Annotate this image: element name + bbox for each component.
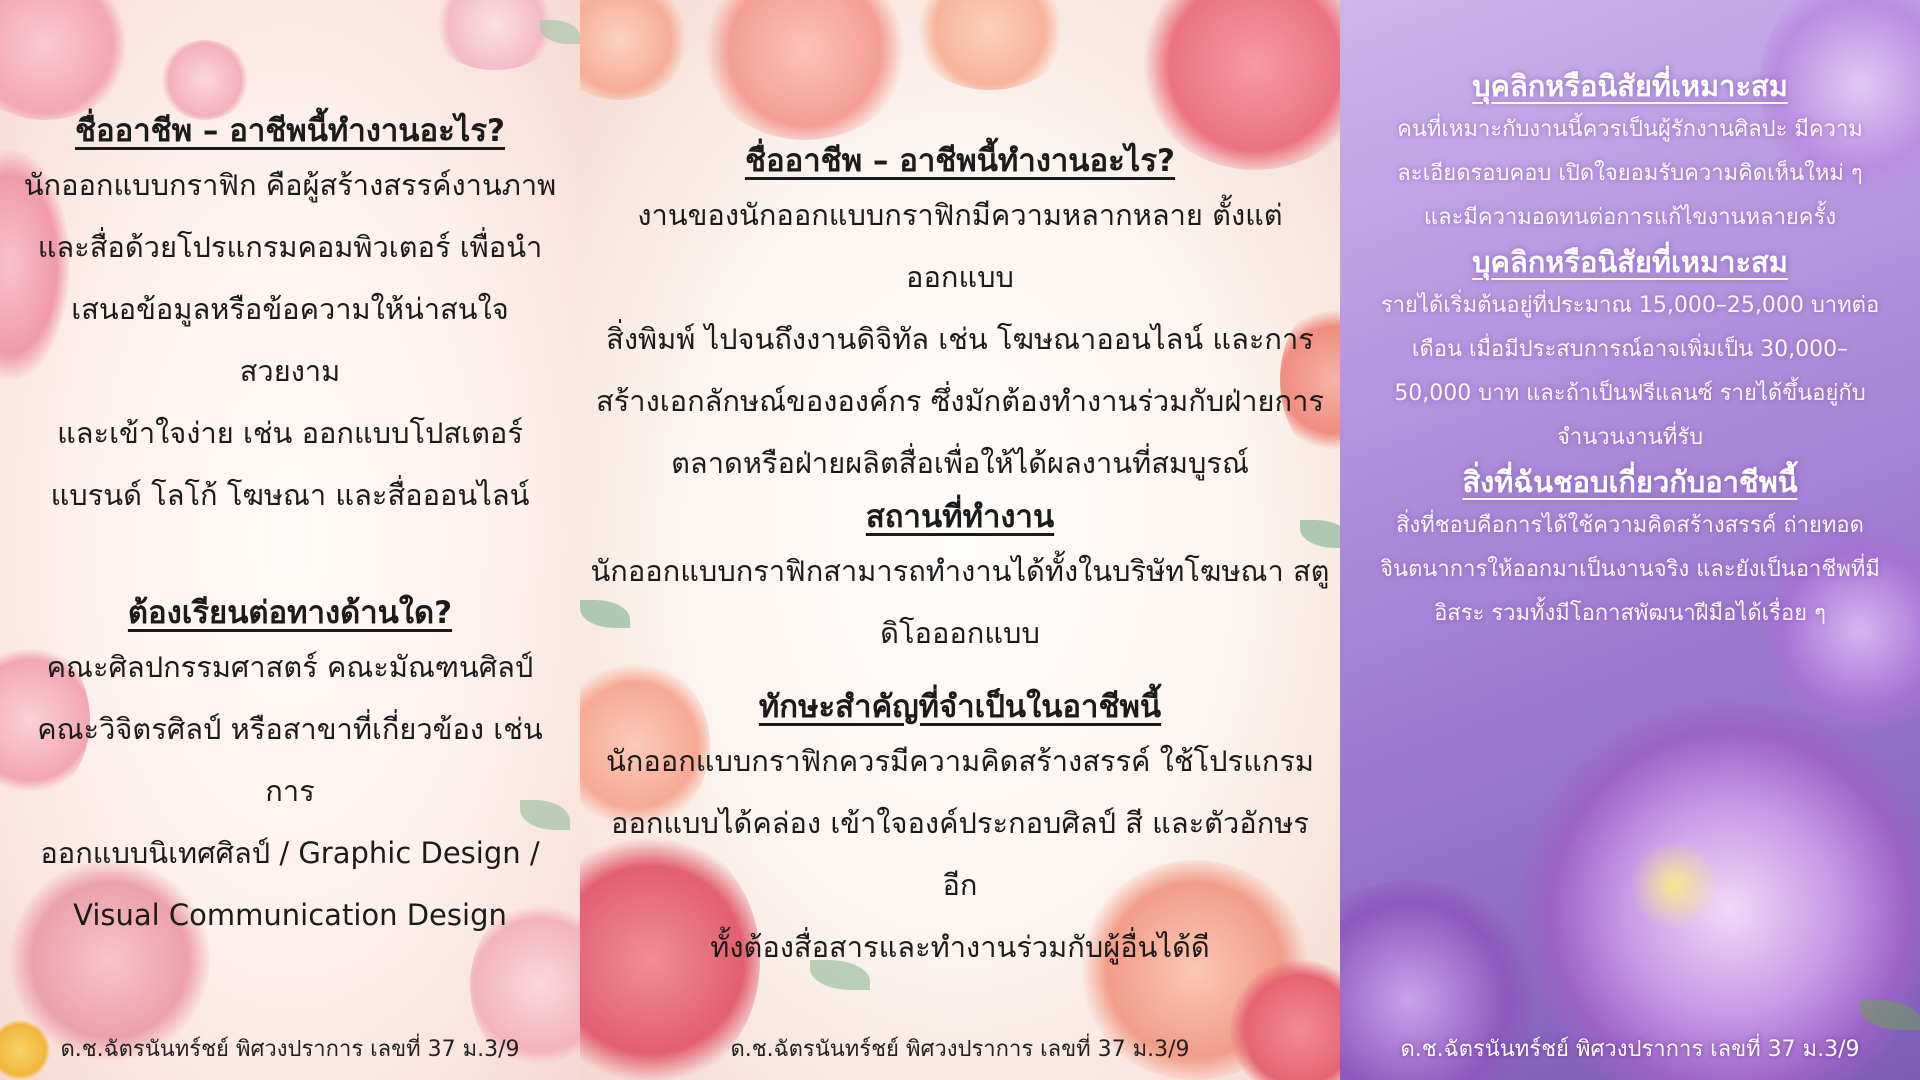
panel-pink-florals: ชื่ออาชีพ – อาชีพนี้ทำงานอะไร? นักออกแบบ… <box>0 0 580 1080</box>
panel2-text-line: สิ่งพิมพ์ ไปจนถึงงานดิจิทัล เช่น โฆษณาออ… <box>606 322 1314 356</box>
panel2-text-line: ออกแบบได้คล่อง เข้าใจองค์ประกอบศิลป์ สี … <box>611 806 1309 902</box>
panel1-text-line: แบรนด์ โลโก้ โฆษณา และสื่อออนไลน์ <box>50 478 530 512</box>
panel2-text-line: ทั้งต้องสื่อสารและทำงานร่วมกับผู้อื่นได้… <box>710 930 1210 964</box>
panel2-heading-workplace: สถานที่ทำงาน <box>865 499 1055 535</box>
panel3-text-line: คนที่เหมาะกับงานนี้ควรเป็นผู้รักงานศิลปะ… <box>1397 117 1863 142</box>
lily-center-glow <box>1630 840 1720 930</box>
peach-flower-top-mid <box>910 0 1070 90</box>
pink-flower-top-left <box>0 0 130 120</box>
panel2-text-line: นักออกแบบกราฟิกควรมีความคิดสร้างสรรค์ ใช… <box>605 744 1315 778</box>
panel3-text-line: รายได้เริ่มต้นอยู่ที่ประมาณ 15,000–25,00… <box>1380 293 1880 318</box>
coral-flower-top-left <box>580 0 690 100</box>
panel3-text-line: อิสระ รวมทั้งมีโอกาสพัฒนาฝีมือได้เรื่อย … <box>1434 601 1826 626</box>
panel2-heading-skills: ทักษะสำคัญที่จำเป็นในอาชีพนี้ <box>758 689 1162 725</box>
panel3-text-line: สิ่งที่ชอบคือการได้ใช้ความคิดสร้างสรรค์ … <box>1396 513 1864 538</box>
panel2-text-line: สร้างเอกลักษณ์ขององค์กร ซึ่งมักต้องทำงาน… <box>596 384 1324 418</box>
panel1-text-line: และเข้าใจง่าย เช่น ออกแบบโปสเตอร์ <box>57 416 523 450</box>
panel1-text-line: คณะศิลปกรรมศาสตร์ คณะมัณฑนศิลป์ <box>46 650 534 684</box>
panel-purple-lilies: บุคลิกหรือนิสัยที่เหมาะสม คนที่เหมาะกับง… <box>1340 0 1920 1080</box>
panel3-heading-income: บุคลิกหรือนิสัยที่เหมาะสม <box>1472 245 1788 279</box>
panel3-text-line: และมีความอดทนต่อการแก้ไขงานหลายครั้ง <box>1423 205 1837 230</box>
panel2-text-line: งานของนักออกแบบกราฟิกมีความหลากหลาย ตั้ง… <box>637 198 1283 294</box>
panel1-heading-career: ชื่ออาชีพ – อาชีพนี้ทำงานอะไร? <box>74 113 505 149</box>
panel1-text-line: คณะวิจิตรศิลป์ หรือสาขาที่เกี่ยวข้อง เช่… <box>37 712 543 808</box>
panel1-text-line: นักออกแบบกราฟิก คือผู้สร้างสรรค์งานภาพ <box>23 168 557 202</box>
peach-flower-top-left <box>700 0 910 140</box>
panel2-text-line: นักออกแบบกราฟิกสามารถทำงานได้ทั้งในบริษั… <box>590 554 1330 588</box>
panel3-heading-likes: สิ่งที่ฉันชอบเกี่ยวกับอาชีพนี้ <box>1462 465 1798 499</box>
panel3-footer-credit: ด.ช.ฉัตรนันทร์ชย์ พิศวงปราการ เลขที่ 37 … <box>1400 1037 1860 1062</box>
panel1-text-line: Visual Communication Design <box>73 898 507 932</box>
leaf-top-right <box>540 20 580 44</box>
panel3-text-line: จำนวนงานที่รับ <box>1556 425 1704 450</box>
leaf-bottom-right <box>1860 1000 1920 1030</box>
panel3-text-line: 50,000 บาท และถ้าเป็นฟรีแลนซ์ รายได้ขึ้น… <box>1394 381 1866 406</box>
panel1-text-line: ออกแบบนิเทศศิลป์ / Graphic Design / <box>40 836 540 870</box>
panel1-content: ชื่ออาชีพ – อาชีพนี้ทำงานอะไร? นักออกแบบ… <box>0 108 580 946</box>
panel-rose-florals: ชื่ออาชีพ – อาชีพนี้ทำงานอะไร? งานของนัก… <box>580 0 1340 1080</box>
panel2-text-line: ตลาดหรือฝ่ายผลิตสื่อเพื่อให้ได้ผลงานที่ส… <box>671 446 1249 480</box>
panel2-text-line: ดิโอออกแบบ <box>880 616 1040 650</box>
panel3-content: บุคลิกหรือนิสัยที่เหมาะสม คนที่เหมาะกับง… <box>1340 64 1920 636</box>
panel3-heading-personality: บุคลิกหรือนิสัยที่เหมาะสม <box>1472 69 1788 103</box>
panel3-text-line: ละเอียดรอบคอบ เปิดใจยอมรับความคิดเห็นใหม… <box>1397 161 1863 186</box>
panel1-text-line: เสนอข้อมูลหรือข้อความให้น่าสนใจ สวยงาม <box>71 292 509 388</box>
panel2-footer-credit: ด.ช.ฉัตรนันทร์ชย์ พิศวงปราการ เลขที่ 37 … <box>730 1037 1190 1062</box>
lily-bottom-large <box>1520 700 1920 1080</box>
panel1-footer-credit: ด.ช.ฉัตรนันทร์ชย์ พิศวงปราการ เลขที่ 37 … <box>60 1037 520 1062</box>
panel2-heading-career: ชื่ออาชีพ – อาชีพนี้ทำงานอะไร? <box>744 143 1175 179</box>
panel3-text-line: เดือน เมื่อมีประสบการณ์อาจเพิ่มเป็น 30,0… <box>1411 337 1849 362</box>
panel2-content: ชื่ออาชีพ – อาชีพนี้ทำงานอะไร? งานของนัก… <box>580 138 1340 978</box>
panel1-text-line: และสื่อด้วยโปรแกรมคอมพิวเตอร์ เพื่อนำ <box>37 230 543 264</box>
panel1-heading-study: ต้องเรียนต่อทางด้านใด? <box>127 595 453 631</box>
panel3-text-line: จินตนาการให้ออกมาเป็นงานจริง และยังเป็นอ… <box>1380 557 1880 582</box>
pink-flower-top-right <box>430 0 560 70</box>
